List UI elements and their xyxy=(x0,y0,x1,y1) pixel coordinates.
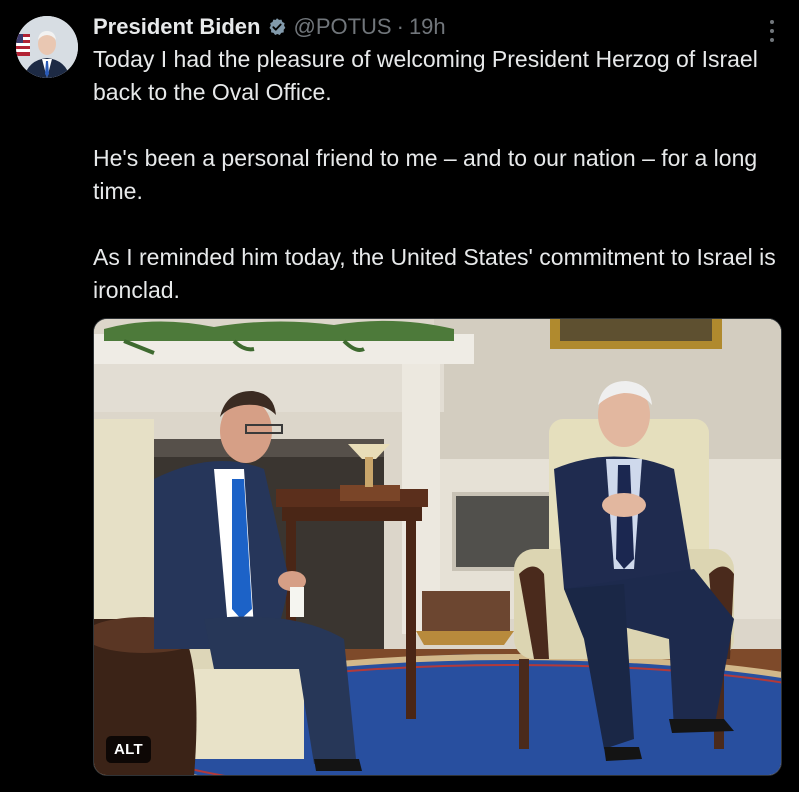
avatar-portrait xyxy=(16,16,78,78)
tweet-media[interactable]: ALT xyxy=(93,318,782,776)
tweet-timestamp[interactable]: 19h xyxy=(409,14,446,40)
verified-badge-icon[interactable] xyxy=(267,17,287,37)
author-handle[interactable]: @POTUS xyxy=(293,14,391,40)
header-separator: · xyxy=(396,14,404,39)
tweet-paragraph: He's been a personal friend to me – and … xyxy=(93,145,758,204)
author-name[interactable]: President Biden xyxy=(93,14,260,40)
tweet-paragraph: Today I had the pleasure of welcoming Pr… xyxy=(93,46,758,105)
author-avatar[interactable] xyxy=(16,16,78,78)
tweet-text: Today I had the pleasure of welcoming Pr… xyxy=(93,43,783,307)
tweet-header: President Biden @POTUS · 19h xyxy=(93,12,759,42)
alt-text-button[interactable]: ALT xyxy=(106,736,151,763)
oval-office-photo xyxy=(94,319,781,775)
tweet-paragraph: As I reminded him today, the United Stat… xyxy=(93,244,776,303)
more-options-icon[interactable] xyxy=(767,20,777,42)
